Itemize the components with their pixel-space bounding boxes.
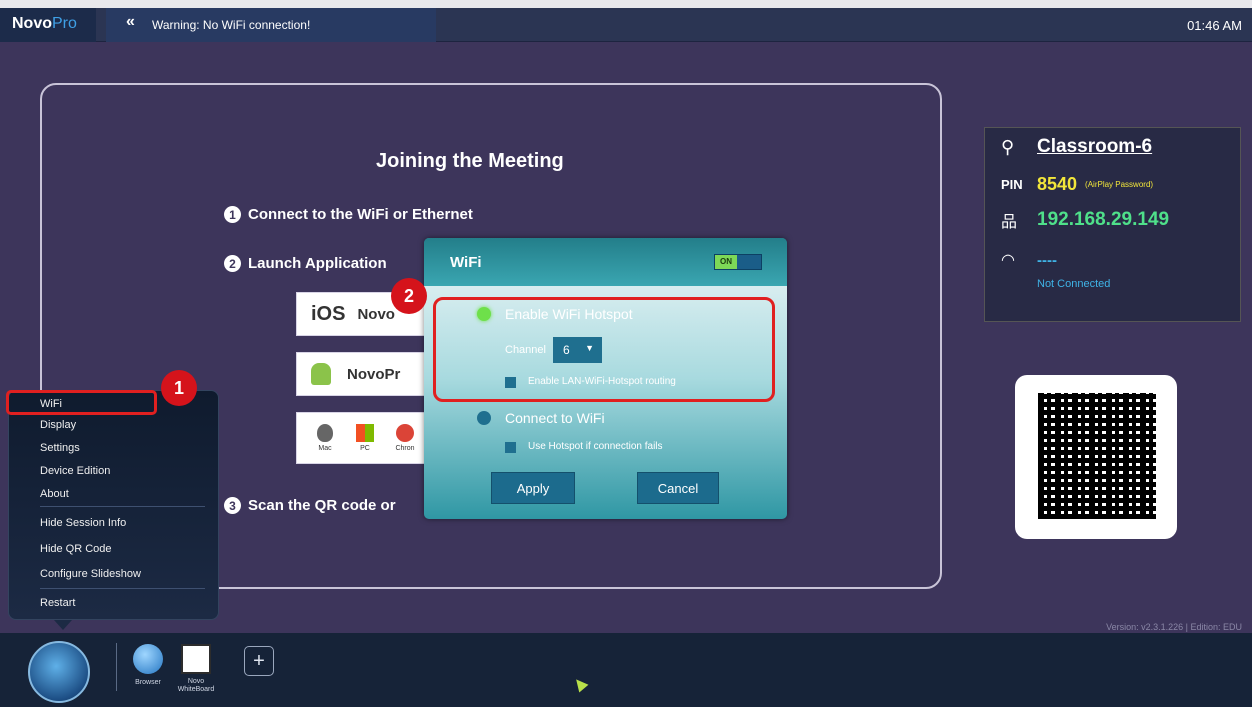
top-strip <box>0 0 1252 8</box>
novopro-logo: NovoPro <box>0 8 96 42</box>
clock: 01:46 AM <box>1187 18 1242 33</box>
apple-icon <box>317 424 333 442</box>
version-text: Version: v2.3.1.226 | Edition: EDU <box>1106 622 1242 632</box>
platform-chrome: Chron <box>385 424 425 452</box>
qr-code-card <box>1015 375 1177 539</box>
wifi-warning-banner[interactable]: « Warning: No WiFi connection! <box>106 8 436 42</box>
fallback-label: Use Hotspot if connection fails <box>528 441 663 452</box>
browser-app[interactable]: Browser <box>130 644 166 686</box>
menu-item-device-edition[interactable]: Device Edition <box>40 465 110 477</box>
taskbar-divider <box>116 643 117 691</box>
menu-item-hide-qr-code[interactable]: Hide QR Code <box>40 543 112 555</box>
menu-item-configure-slideshow[interactable]: Configure Slideshow <box>40 568 141 580</box>
wifi-toggle[interactable]: ON <box>714 254 762 270</box>
whiteboard-icon <box>181 644 211 674</box>
platform-pc: PC <box>345 424 385 452</box>
wifi-status: Not Connected <box>1037 278 1111 290</box>
menu-item-hide-session-info[interactable]: Hide Session Info <box>40 517 126 529</box>
wifi-dialog-title: WiFi <box>450 254 482 271</box>
pin-row: PIN 8540 (AirPlay Password) <box>1001 174 1154 194</box>
ip-address: 192.168.29.149 <box>1037 209 1170 230</box>
desktop-platforms-box: Mac PC Chron <box>296 412 436 464</box>
fallback-checkbox[interactable] <box>505 442 516 453</box>
double-chevron-left-icon: « <box>126 13 135 30</box>
add-app-button[interactable]: + <box>244 646 274 676</box>
header-bar: NovoPro « Warning: No WiFi connection! 0… <box>0 8 1252 42</box>
start-menu-button[interactable] <box>28 641 90 703</box>
platform-mac: Mac <box>305 424 345 452</box>
cancel-button[interactable]: Cancel <box>637 472 719 504</box>
menu-divider <box>40 588 205 589</box>
apply-button[interactable]: Apply <box>491 472 575 504</box>
hotspot-highlight-box <box>433 297 775 402</box>
callout-badge-2: 2 <box>391 278 427 314</box>
pin-value: 8540 <box>1037 174 1078 194</box>
android-app-box: NovoPr <box>296 352 436 396</box>
connect-wifi-label: Connect to WiFi <box>505 410 605 426</box>
network-icon: 品 <box>1001 214 1018 231</box>
globe-icon <box>133 644 163 674</box>
menu-pointer <box>54 620 72 630</box>
step-3: 3 Scan the QR code or <box>224 497 396 514</box>
chrome-icon <box>396 424 414 442</box>
ip-row: 品 192.168.29.149 <box>1001 208 1169 232</box>
windows-icon <box>356 424 374 442</box>
warning-text: Warning: No WiFi connection! <box>152 18 311 32</box>
wifi-highlight-box <box>6 390 157 415</box>
session-info-panel: ⚲ Classroom-6 PIN 8540 (AirPlay Password… <box>984 127 1241 322</box>
menu-item-about[interactable]: About <box>40 488 69 500</box>
room-name: Classroom-6 <box>1037 136 1153 157</box>
location-pin-icon: ⚲ <box>1001 136 1015 157</box>
callout-badge-1: 1 <box>161 370 197 406</box>
whiteboard-app[interactable]: Novo WhiteBoard <box>176 644 216 694</box>
menu-item-restart[interactable]: Restart <box>40 597 75 609</box>
welcome-title: Joining the Meeting <box>376 150 564 172</box>
wifi-icon: ◠ <box>1001 252 1015 269</box>
connect-wifi-radio[interactable] <box>477 411 491 425</box>
room-row: ⚲ Classroom-6 <box>1001 136 1152 158</box>
wifi-row: ◠ ---- <box>1001 251 1057 270</box>
menu-divider <box>40 506 205 507</box>
android-icon <box>311 363 331 385</box>
menu-item-display[interactable]: Display <box>40 419 76 431</box>
qr-code <box>1038 393 1156 519</box>
step-2: 2 Launch Application <box>224 255 387 272</box>
menu-item-settings[interactable]: Settings <box>40 442 80 454</box>
step-1: 1 Connect to the WiFi or Ethernet <box>224 206 473 223</box>
start-menu: WiFi Display Settings Device Edition Abo… <box>8 390 219 620</box>
